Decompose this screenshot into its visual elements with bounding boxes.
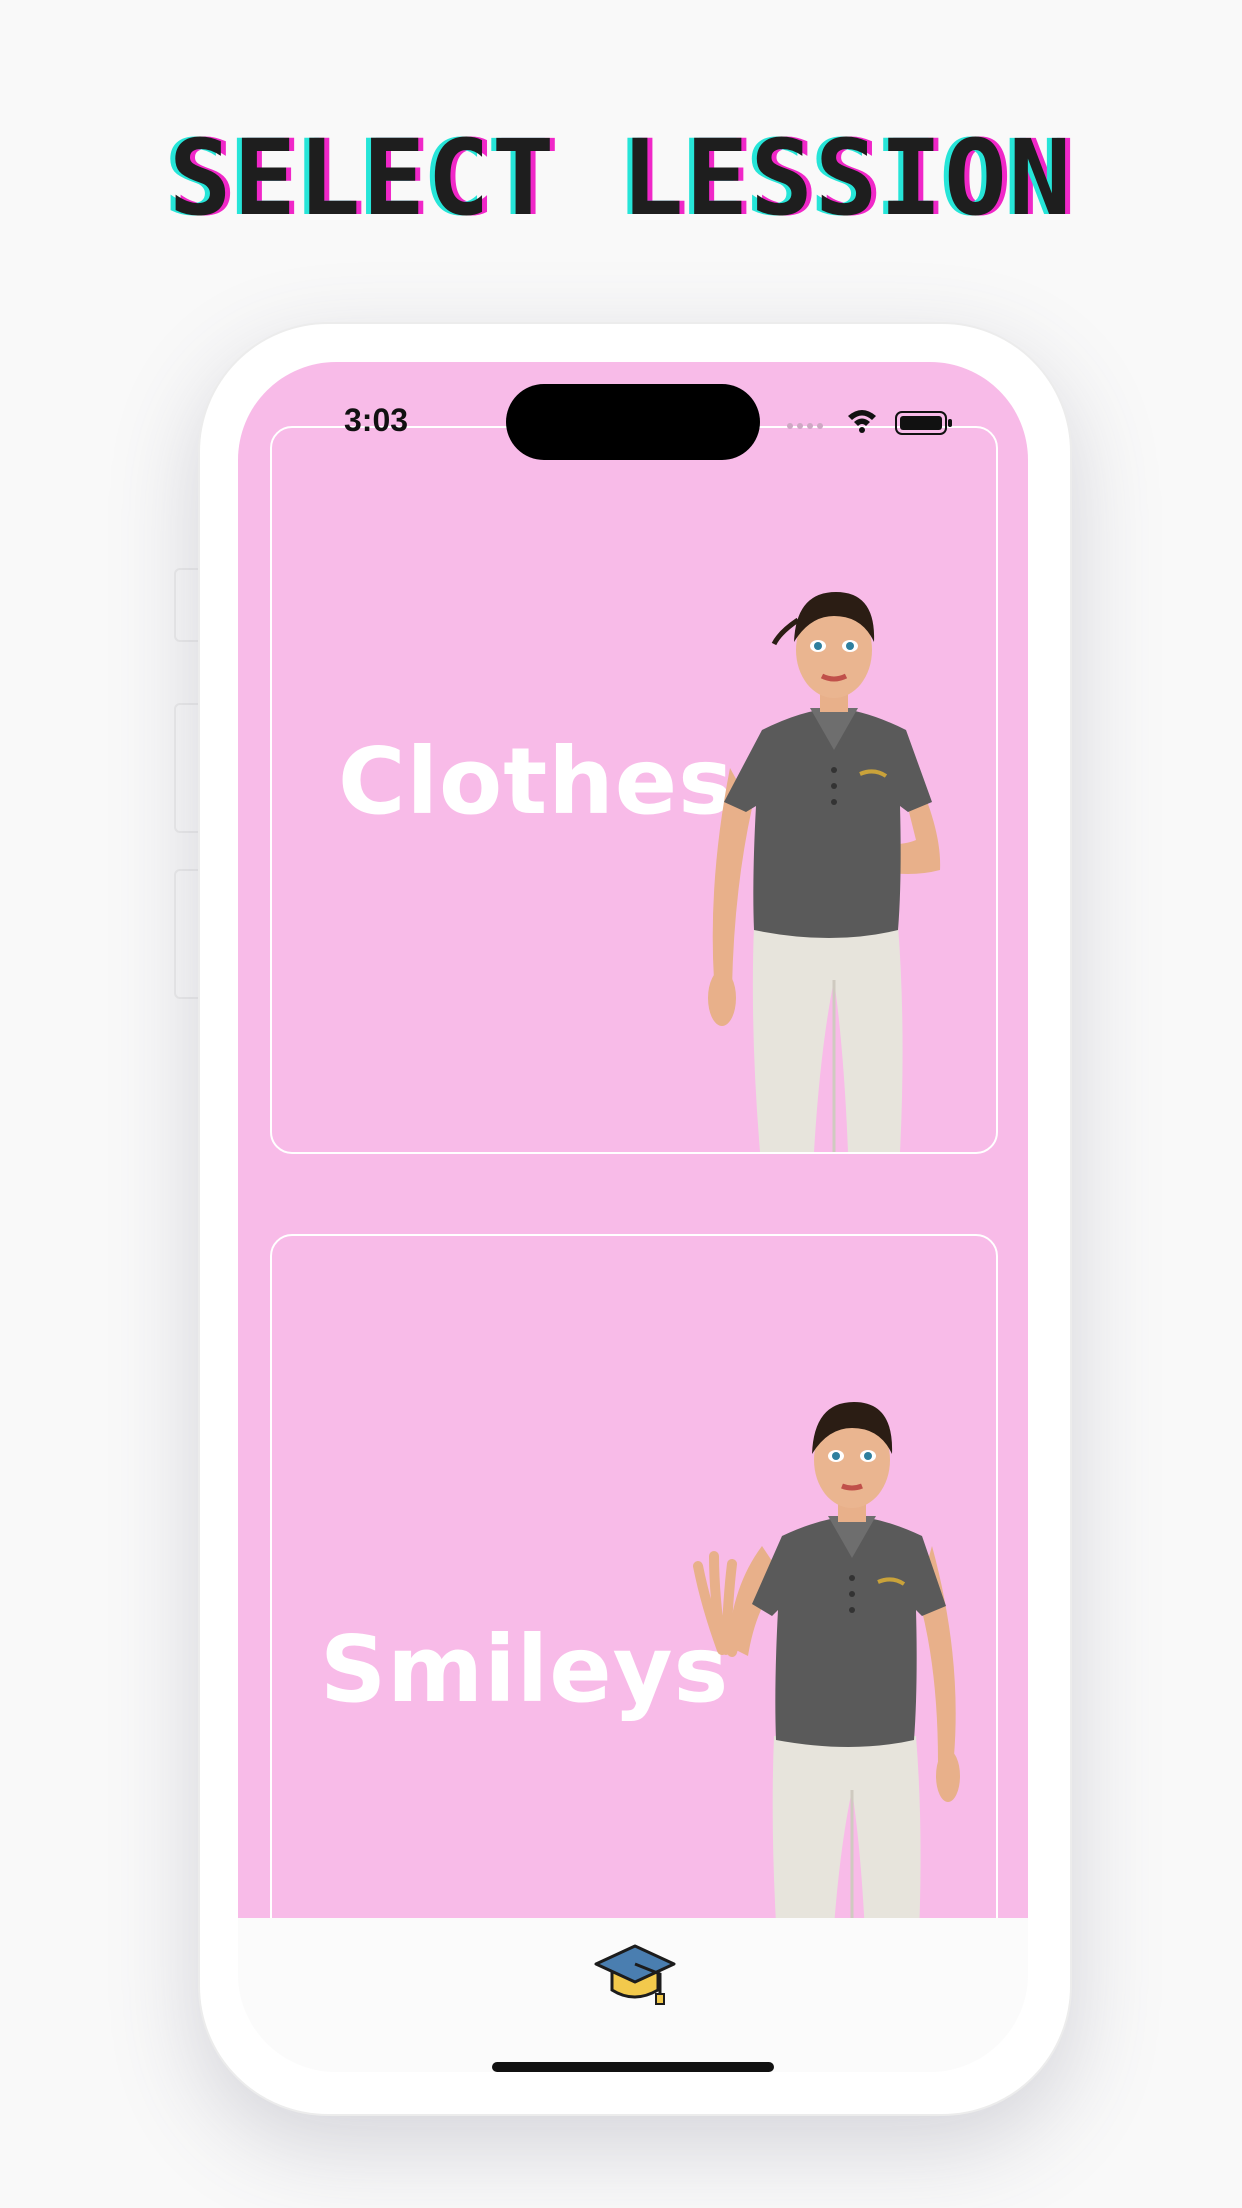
- lesson-title: Smileys: [320, 1616, 730, 1723]
- phone-screen: Clothes Smileys 3:03: [238, 362, 1028, 2072]
- tab-bar: [238, 1918, 1028, 2072]
- lesson-title: Clothes: [338, 728, 734, 835]
- status-time: 3:03: [344, 402, 409, 438]
- home-indicator: [492, 2062, 774, 2072]
- dynamic-island: [506, 384, 760, 460]
- status-icons: [787, 410, 952, 435]
- lesson-card-smileys[interactable]: Smileys: [270, 1234, 998, 1918]
- lesson-list[interactable]: Clothes Smileys 3:03: [238, 362, 1028, 1918]
- page-headline: SELECT LESSION: [168, 117, 1074, 239]
- avatar-illustration: [708, 592, 941, 1152]
- wifi-icon: [848, 410, 876, 433]
- avatar-illustration: [693, 1402, 960, 1918]
- graduation-cap-icon[interactable]: [594, 1940, 676, 2008]
- signal-icon: [787, 423, 823, 429]
- lesson-card-clothes[interactable]: Clothes: [270, 426, 998, 1154]
- battery-icon: [895, 411, 952, 435]
